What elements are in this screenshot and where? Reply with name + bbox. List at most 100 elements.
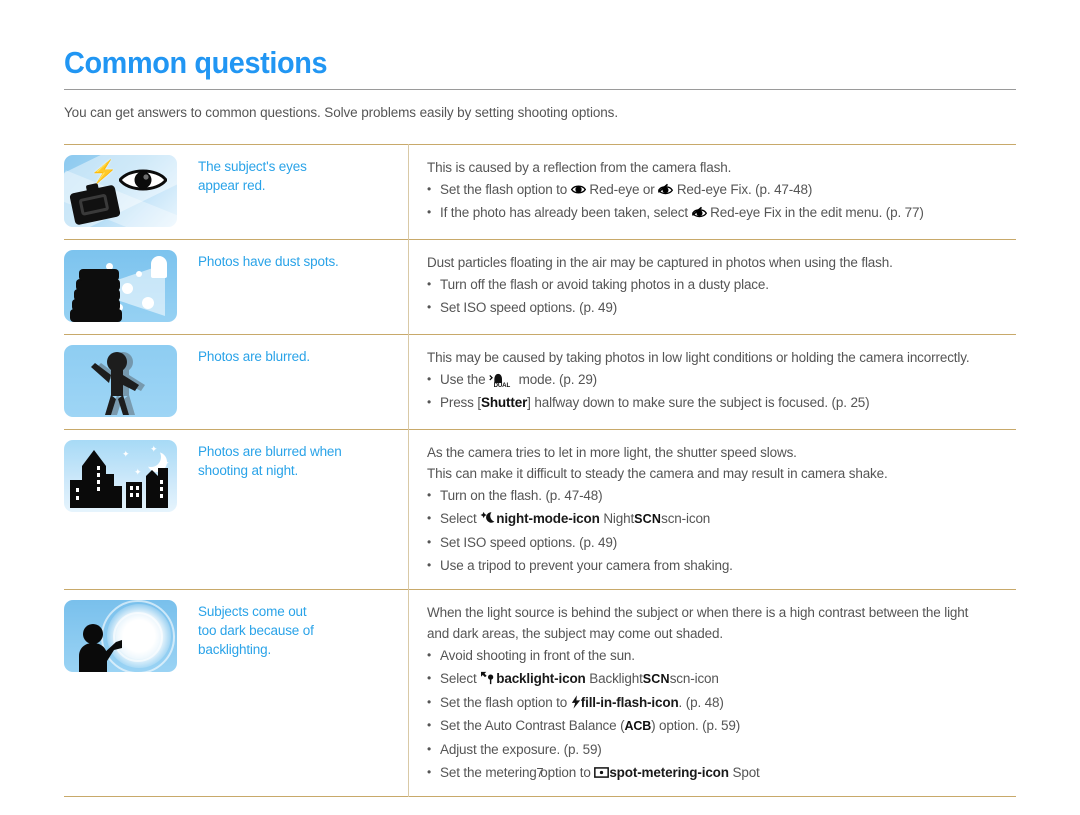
eye-shape <box>119 169 167 191</box>
bullet-text-a: Set the flash option to <box>440 695 571 710</box>
row-icon-cell: ⚡ <box>64 145 184 240</box>
city-skyline-shape <box>70 450 168 508</box>
dust-dot <box>142 297 154 309</box>
list-item: Set ISO speed options. (p. 49) <box>427 531 1016 554</box>
list-item: Select night-mode-icon NightSCNscn-icon <box>427 507 1016 531</box>
dual-is-icon: DUAL <box>489 373 511 388</box>
bullet-text-b: mode. (p. 29) <box>515 372 598 387</box>
fill-in-flash-icon <box>571 695 580 709</box>
list-item: Avoid shooting in front of the sun. <box>427 644 1016 667</box>
question-text-line-1: Photos are blurred. <box>198 349 310 364</box>
question-text-line-2: too dark because of <box>198 623 314 638</box>
row-question-cell: Photos have dust spots. <box>184 239 409 335</box>
table-row: ⚡ The subject's eyes appear red. This is… <box>64 144 1017 240</box>
page-intro: You can get answers to common questions.… <box>64 105 618 120</box>
page-title: Common questions <box>64 45 328 80</box>
red-eye-icon <box>570 185 586 194</box>
answer-bullets: Set the flash option to Red-eye or Red-e… <box>427 178 1016 224</box>
list-item: Turn off the flash or avoid taking photo… <box>427 273 1016 296</box>
bullet-text-a: Press [ <box>440 395 481 410</box>
bullet-text-a: Set the Auto Contrast Balance ( <box>440 718 625 733</box>
bullet-text-a: If the photo has already been taken, sel… <box>440 205 692 220</box>
answer-lead: This is caused by a reflection from the … <box>427 160 732 175</box>
question-text-line-1: Photos are blurred when <box>198 444 342 459</box>
acb-icon: ACB <box>624 719 652 733</box>
question-text-line-2: shooting at night. <box>198 463 299 478</box>
answer-lead: This may be caused by taking photos in l… <box>427 350 970 365</box>
question-text-line-1: Subjects come out <box>198 604 307 619</box>
list-item: Set the flash option to Red-eye or Red-e… <box>427 178 1016 201</box>
question-text-line-2: appear red. <box>198 178 266 193</box>
bullet-text-a: Use the <box>440 372 490 387</box>
row-answer-cell: As the camera tries to let in more light… <box>409 430 1017 590</box>
bullet-text-a: Select <box>440 511 481 526</box>
list-item: Turn on the flash. (p. 47-48) <box>427 484 1016 507</box>
page-number: 7 <box>536 765 544 780</box>
list-item: Press [Shutter] halfway down to make sur… <box>427 391 1016 414</box>
dust-spots-illustration <box>64 250 177 322</box>
row-question-cell: The subject's eyes appear red. <box>184 144 409 240</box>
answer-lead: When the light source is behind the subj… <box>427 605 969 620</box>
lamp-shape <box>151 256 167 278</box>
row-icon-cell <box>64 240 184 335</box>
dust-dot <box>154 261 159 266</box>
red-eye-fix-icon <box>691 206 707 218</box>
night-photo-illustration: ✦ ✦ ✦ ✦ <box>64 440 177 512</box>
fill-in-label: fill-in-flash-icon <box>580 695 679 710</box>
row-question-cell: Photos are blurred when shooting at nigh… <box>184 429 409 590</box>
list-item: Set the Auto Contrast Balance (ACB) opti… <box>427 714 1016 738</box>
bullet-text-a: Select <box>440 671 481 686</box>
common-questions-table: ⚡ The subject's eyes appear red. This is… <box>64 144 1016 797</box>
list-item: Use a tripod to prevent your camera from… <box>427 554 1016 577</box>
shutter-key-label: Shutter <box>480 395 528 410</box>
list-item: Set the flash option to fill-in-flash-ic… <box>427 691 1016 714</box>
answer-bullets: Use the DUAL mode. (p. 29) Press [Shutte… <box>427 368 1016 414</box>
bullet-text-b: Red-eye or <box>585 182 659 197</box>
scn-icon: SCN <box>634 512 662 526</box>
list-item: Adjust the exposure. (p. 59) <box>427 738 1016 761</box>
question-text-line-3: backlighting. <box>198 642 272 657</box>
answer-lead-2: and dark areas, the subject may come out… <box>427 626 723 641</box>
scn-icon: SCN <box>642 672 670 686</box>
answer-lead: Dust particles floating in the air may b… <box>427 255 893 270</box>
row-answer-cell: This may be caused by taking photos in l… <box>409 335 1017 430</box>
backlight-label: backlight-icon <box>496 671 586 686</box>
answer-lead-2: This can make it difficult to steady the… <box>427 466 888 481</box>
svg-text:DUAL: DUAL <box>494 382 511 388</box>
row-icon-cell <box>64 335 184 430</box>
backlighting-illustration <box>64 600 177 672</box>
bullet-text-b: ] halfway down to make sure the subject … <box>527 395 870 410</box>
bullet-text-b: . (p. 48) <box>678 695 724 710</box>
person-silhouette-shape <box>79 624 122 672</box>
backlight-icon <box>481 671 494 685</box>
manual-page: Common questions You can get answers to … <box>0 0 1080 815</box>
answer-bullets: Turn off the flash or avoid taking photo… <box>427 273 1016 319</box>
table-body: ⚡ The subject's eyes appear red. This is… <box>64 144 1017 797</box>
row-answer-cell: Dust particles floating in the air may b… <box>409 240 1017 335</box>
bullet-text-b: Night <box>599 511 635 526</box>
list-item: Set ISO speed options. (p. 49) <box>427 296 1016 319</box>
blurred-person-shape <box>91 352 145 415</box>
blurred-photo-illustration <box>64 345 177 417</box>
bullet-text-c: scn-icon <box>661 511 711 526</box>
answer-lead: As the camera tries to let in more light… <box>427 445 797 460</box>
night-mode-icon <box>480 511 495 523</box>
bullet-text-a: Set the flash option to <box>440 182 571 197</box>
row-answer-cell: This is caused by a reflection from the … <box>409 145 1017 240</box>
bullet-text-c: Red-eye Fix. (p. 47-48) <box>673 182 813 197</box>
answer-bullets: Turn on the flash. (p. 47-48) Select nig… <box>427 484 1016 577</box>
list-item: Select backlight-icon BacklightSCNscn-ic… <box>427 667 1016 691</box>
row-question-cell: Photos are blurred. <box>184 334 409 430</box>
table-row: ✦ ✦ ✦ ✦ Photos are blurred when shooting… <box>64 429 1017 590</box>
red-eye-fix-icon <box>658 183 674 195</box>
answer-bullets: Avoid shooting in front of the sun. Sele… <box>427 644 1016 784</box>
question-text-line-1: Photos have dust spots. <box>198 254 339 269</box>
night-label: night-mode-icon <box>496 511 600 526</box>
bullet-text-b: Backlight <box>585 671 643 686</box>
red-eye-illustration: ⚡ <box>64 155 177 227</box>
list-item: Use the DUAL mode. (p. 29) <box>427 368 1016 391</box>
table-row: Photos are blurred. This may be caused b… <box>64 334 1017 430</box>
question-text-line-1: The subject's eyes <box>198 159 307 174</box>
bullet-text-c: scn-icon <box>669 671 719 686</box>
bullet-text-b: Red-eye Fix in the edit menu. (p. 77) <box>706 205 924 220</box>
